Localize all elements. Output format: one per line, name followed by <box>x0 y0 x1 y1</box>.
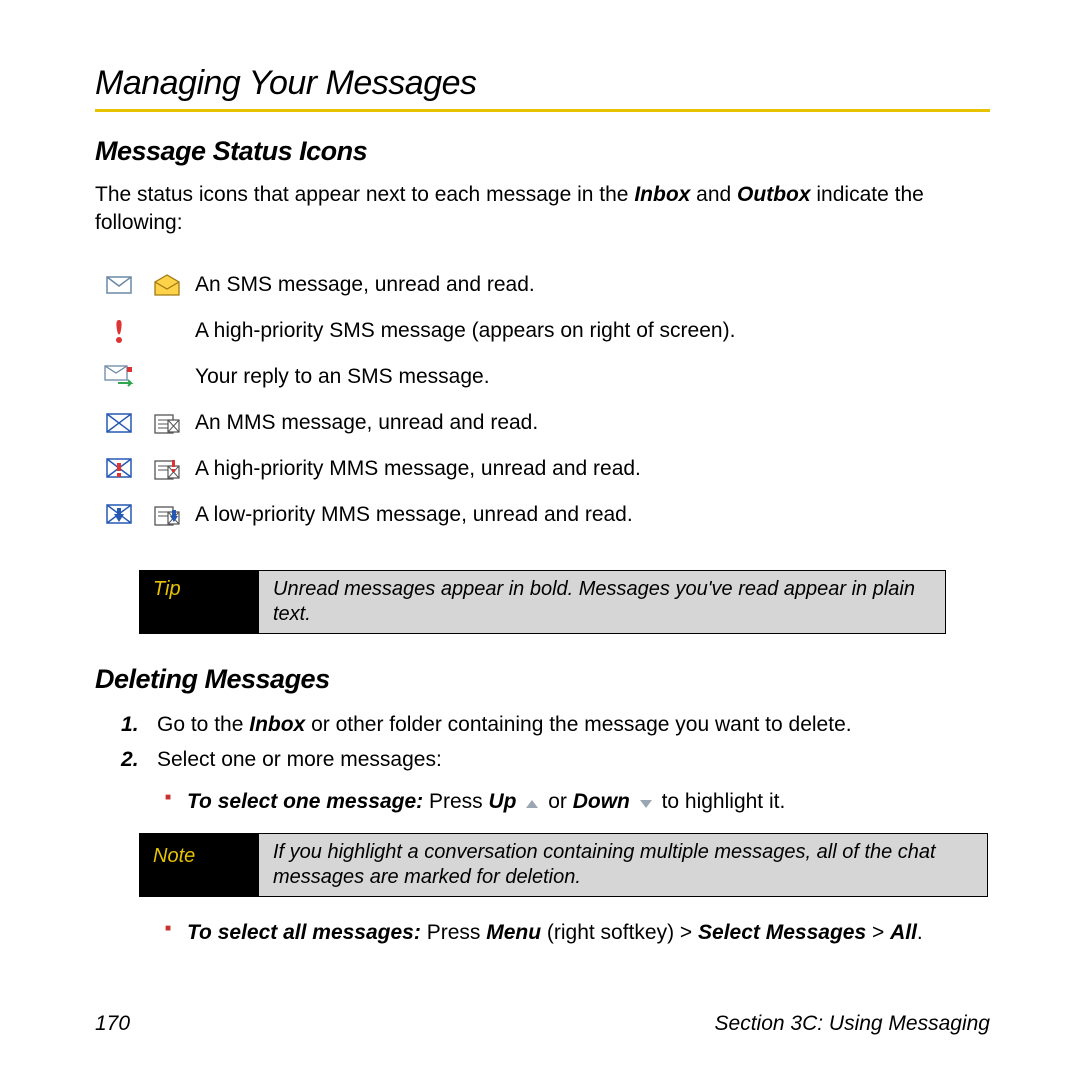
table-row: A high-priority MMS message, unread and … <box>95 446 990 492</box>
text: Up <box>489 790 517 813</box>
section-delete-heading: Deleting Messages <box>95 664 990 695</box>
row-desc: A low-priority MMS message, unread and r… <box>195 503 633 527</box>
text: to highlight it. <box>662 790 786 813</box>
text: All <box>890 921 917 944</box>
text: . <box>917 921 923 944</box>
title-rule <box>95 109 990 112</box>
mms-read-icon <box>143 412 191 434</box>
note-label: Note <box>139 833 259 897</box>
outbox-word: Outbox <box>737 183 811 206</box>
table-row: A high-priority SMS message (appears on … <box>95 308 990 354</box>
up-arrow-icon <box>524 788 540 820</box>
text: (right softkey) <box>547 921 680 944</box>
text: or <box>548 790 573 813</box>
note-callout: Note If you highlight a conversation con… <box>139 833 988 897</box>
table-row: Your reply to an SMS message. <box>95 354 990 400</box>
text: Press <box>427 921 487 944</box>
table-row: An SMS message, unread and read. <box>95 262 990 308</box>
row-desc: A high-priority MMS message, unread and … <box>195 457 641 481</box>
inbox-word: Inbox <box>634 183 690 206</box>
tip-body: Unread messages appear in bold. Messages… <box>259 570 946 634</box>
step-1: Go to the Inbox or other folder containi… <box>121 709 990 741</box>
text: Select one or more messages: <box>157 748 442 771</box>
envelope-closed-icon <box>95 276 143 294</box>
table-row: An MMS message, unread and read. <box>95 400 990 446</box>
text: Go to the <box>157 713 249 736</box>
tip-label: Tip <box>139 570 259 634</box>
text: Select Messages <box>698 921 872 944</box>
delete-steps: Go to the Inbox or other folder containi… <box>121 709 990 949</box>
envelope-open-icon <box>143 274 191 296</box>
row-desc: An SMS message, unread and read. <box>195 273 535 297</box>
text: The status icons that appear next to eac… <box>95 183 634 206</box>
page-title: Managing Your Messages <box>95 64 990 103</box>
text: and <box>696 183 737 206</box>
row-desc: An MMS message, unread and read. <box>195 411 538 435</box>
text: Press <box>429 790 489 813</box>
chevron-icon: > <box>872 921 884 944</box>
page-footer: 170 Section 3C: Using Messaging <box>95 1012 990 1036</box>
section-status-heading: Message Status Icons <box>95 136 990 167</box>
mms-unread-icon <box>95 413 143 433</box>
row-desc: Your reply to an SMS message. <box>195 365 490 389</box>
tip-callout: Tip Unread messages appear in bold. Mess… <box>139 570 946 634</box>
inbox-word: Inbox <box>249 713 305 736</box>
chevron-icon: > <box>680 921 692 944</box>
text: To select all messages: <box>187 921 421 944</box>
text: Down <box>573 790 630 813</box>
manual-page: Managing Your Messages Message Status Ic… <box>0 0 1080 1080</box>
sub-item: To select one message: Press Up or Down … <box>157 786 990 820</box>
sub-list-2: To select all messages: Press Menu (righ… <box>157 917 990 949</box>
reply-icon <box>95 365 143 389</box>
sub-item: To select all messages: Press Menu (righ… <box>157 917 990 949</box>
table-row: A low-priority MMS message, unread and r… <box>95 492 990 538</box>
section-label: Section 3C: Using Messaging <box>715 1012 990 1036</box>
status-intro: The status icons that appear next to eac… <box>95 181 990 238</box>
text: To select one message: <box>187 790 423 813</box>
mms-high-read-icon <box>143 458 191 480</box>
down-arrow-icon <box>638 788 654 820</box>
mms-low-read-icon <box>143 504 191 526</box>
text: Menu <box>486 921 541 944</box>
high-priority-icon <box>95 318 143 344</box>
sub-list: To select one message: Press Up or Down … <box>157 786 990 820</box>
icon-legend-table: An SMS message, unread and read. A high-… <box>95 262 990 538</box>
mms-low-unread-icon <box>95 504 143 526</box>
step-2: Select one or more messages: To select o… <box>121 744 990 949</box>
note-body: If you highlight a conversation containi… <box>259 833 988 897</box>
text: or other folder containing the message y… <box>311 713 852 736</box>
mms-high-unread-icon <box>95 458 143 480</box>
row-desc: A high-priority SMS message (appears on … <box>195 319 735 343</box>
page-number: 170 <box>95 1012 130 1036</box>
